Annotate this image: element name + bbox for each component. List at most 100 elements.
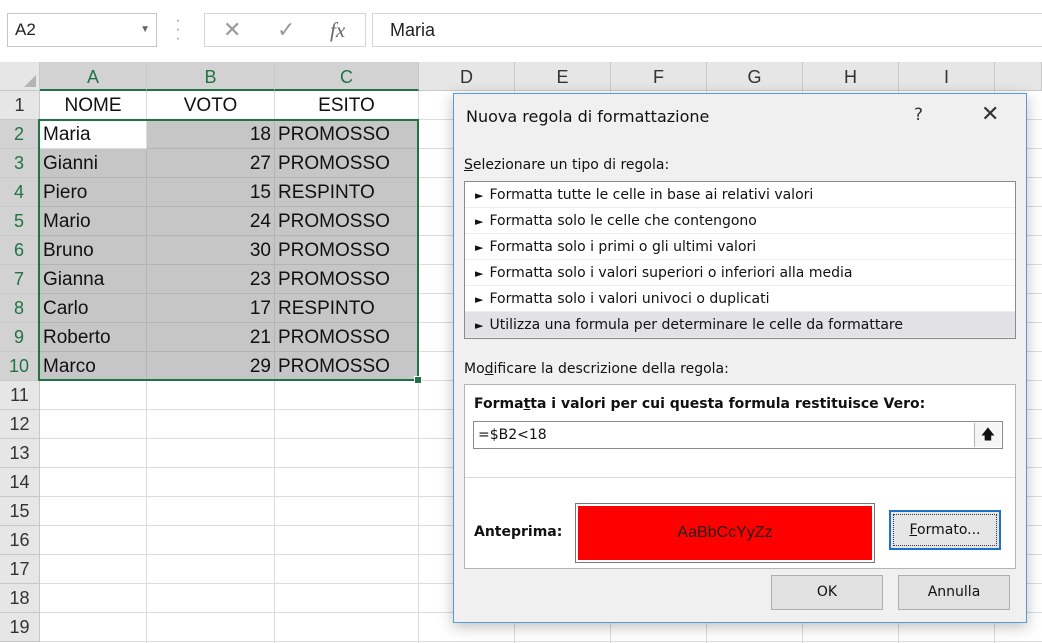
cell-b4[interactable]: 15 [147,178,275,207]
row-header-8[interactable]: 8 [0,294,40,323]
rule-type-item[interactable]: ► Formatta solo i valori univoci o duplic… [465,286,1015,312]
cell-a6[interactable]: Bruno [40,236,147,265]
column-header-h[interactable]: H [803,62,899,91]
format-button[interactable]: Formato... [889,510,1001,550]
preview-label: Anteprima: [474,524,563,540]
help-icon[interactable]: ? [914,105,923,125]
ok-button[interactable]: OK [771,575,883,610]
cell-a2[interactable]: Maria [40,120,147,149]
rule-type-item[interactable]: ► Formatta solo le celle che contengono [465,208,1015,234]
column-header-a[interactable]: A [40,62,147,91]
cell-a7[interactable]: Gianna [40,265,147,294]
column-header-g[interactable]: G [707,62,803,91]
cell-c4[interactable]: RESPINTO [275,178,419,207]
row-header-11[interactable]: 11 [0,381,40,410]
divider [465,477,1015,478]
cell-c5[interactable]: PROMOSSO [275,207,419,236]
rule-type-item[interactable]: ► Formatta solo i valori superiori o infe… [465,260,1015,286]
cell-b2[interactable]: 18 [147,120,275,149]
cell-a9[interactable]: Roberto [40,323,147,352]
arrow-right-icon: ► [475,319,484,332]
column-header-f[interactable]: F [611,62,707,91]
rule-type-list[interactable]: ► Formatta tutte le celle in base ai rela… [464,181,1016,339]
arrow-right-icon: ► [475,215,484,228]
header-cell-nome[interactable]: NOME [40,91,147,120]
enter-icon[interactable]: ✓ [277,14,295,46]
name-box[interactable]: A2 ▼ [7,13,157,47]
chevron-down-icon[interactable]: ▼ [140,14,150,46]
collapse-dialog-icon[interactable]: 🡅 [974,423,1001,447]
column-header-j[interactable] [995,62,1042,91]
cell-a8[interactable]: Carlo [40,294,147,323]
dialog-title: Nuova regola di formattazione [466,107,710,126]
insert-function-icon[interactable]: fx [330,14,345,46]
cell-a4[interactable]: Piero [40,178,147,207]
cell-c7[interactable]: PROMOSSO [275,265,419,294]
cell-a3[interactable]: Gianni [40,149,147,178]
arrow-right-icon: ► [475,293,484,306]
row-header-18[interactable]: 18 [0,584,40,613]
column-header-c[interactable]: C [275,62,419,91]
row-header-19[interactable]: 19 [0,613,40,642]
formula-field[interactable]: =$B2<18 🡅 [473,421,1003,449]
rule-type-item-selected[interactable]: ► Utilizza una formula per determinare le… [465,312,1015,338]
cancel-button[interactable]: Annulla [898,575,1010,610]
new-formatting-rule-dialog: Nuova regola di formattazione ? ✕ Selezi… [453,93,1027,623]
cell-b5[interactable]: 24 [147,207,275,236]
arrow-right-icon: ► [475,267,484,280]
column-header-i[interactable]: I [899,62,995,91]
row-header-13[interactable]: 13 [0,439,40,468]
arrow-right-icon: ► [475,241,484,254]
row-header-15[interactable]: 15 [0,497,40,526]
cell-c3[interactable]: PROMOSSO [275,149,419,178]
cell-c8[interactable]: RESPINTO [275,294,419,323]
drag-handle-icon[interactable]: · · · [174,13,182,47]
rule-type-item[interactable]: ► Formatta tutte le celle in base ai rela… [465,182,1015,208]
column-header-d[interactable]: D [419,62,515,91]
close-icon[interactable]: ✕ [981,102,999,127]
row-header-16[interactable]: 16 [0,526,40,555]
row-header-17[interactable]: 17 [0,555,40,584]
column-header-e[interactable]: E [515,62,611,91]
row-header-6[interactable]: 6 [0,236,40,265]
cell-b8[interactable]: 17 [147,294,275,323]
preview-sample: AaBbCcYyZz [578,506,872,560]
row-header-10[interactable]: 10 [0,352,40,381]
header-cell-voto[interactable]: VOTO [147,91,275,120]
formula-bar: A2 ▼ · · · ✕ ✓ fx Maria [0,0,1042,62]
cell-b9[interactable]: 21 [147,323,275,352]
row-header-3[interactable]: 3 [0,149,40,178]
edit-rule-description-label: Modificare la descrizione della regola: [464,361,729,377]
column-header-b[interactable]: B [147,62,275,91]
cell-b10[interactable]: 29 [147,352,275,381]
cell-c6[interactable]: PROMOSSO [275,236,419,265]
arrow-right-icon: ► [475,189,484,202]
select-all-button[interactable] [0,62,40,91]
formula-buttons: ✕ ✓ fx [204,13,366,47]
cell-b6[interactable]: 30 [147,236,275,265]
cell-b3[interactable]: 27 [147,149,275,178]
rule-type-item[interactable]: ► Formatta solo i primi o gli ultimi valo… [465,234,1015,260]
formula-input[interactable]: Maria [372,13,1042,47]
row-header-9[interactable]: 9 [0,323,40,352]
cancel-icon[interactable]: ✕ [223,14,241,46]
cell-b7[interactable]: 23 [147,265,275,294]
row-header-12[interactable]: 12 [0,410,40,439]
formula-label: Formatta i valori per cui questa formula… [474,396,926,412]
cell-c2[interactable]: PROMOSSO [275,120,419,149]
cell-a10[interactable]: Marco [40,352,147,381]
cell-c9[interactable]: PROMOSSO [275,323,419,352]
row-header-7[interactable]: 7 [0,265,40,294]
row-header-1[interactable]: 1 [0,91,40,120]
row-header-2[interactable]: 2 [0,120,40,149]
row-header-14[interactable]: 14 [0,468,40,497]
cell-a5[interactable]: Mario [40,207,147,236]
name-box-value: A2 [15,20,36,39]
rule-description-panel: Formatta i valori per cui questa formula… [464,384,1016,569]
row-header-4[interactable]: 4 [0,178,40,207]
select-rule-type-label: Selezionare un tipo di regola: [464,157,670,173]
format-preview: AaBbCcYyZz [575,503,875,563]
row-header-5[interactable]: 5 [0,207,40,236]
header-cell-esito[interactable]: ESITO [275,91,419,120]
cell-c10[interactable]: PROMOSSO [275,352,419,381]
